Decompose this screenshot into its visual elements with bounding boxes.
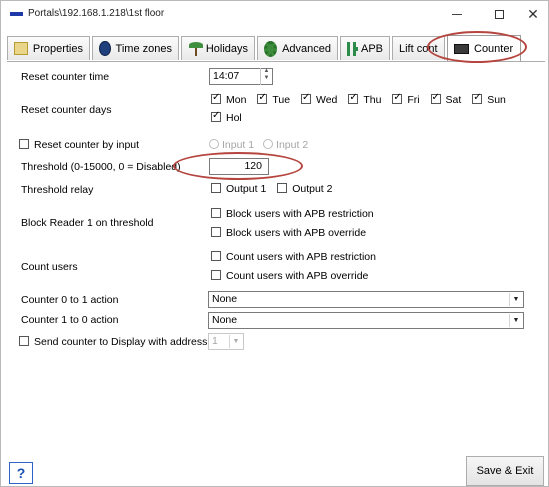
send-display-checkbox[interactable]: Send counter to Display with address: [19, 336, 207, 348]
close-icon: ✕: [527, 6, 539, 22]
display-address-select[interactable]: 1 ▼: [208, 333, 244, 350]
tab-time-zones[interactable]: Time zones: [92, 36, 179, 60]
input1-radio[interactable]: Input 1: [209, 139, 254, 151]
app-icon: [10, 12, 23, 16]
counter-0-1-label: Counter 0 to 1 action: [21, 294, 119, 306]
tab-label: APB: [360, 42, 383, 55]
count-users-label: Count users: [21, 261, 78, 273]
counter-1-0-select[interactable]: None ▼: [208, 312, 524, 329]
palm-tree-icon: [188, 41, 203, 56]
day-mon-checkbox[interactable]: Mon: [211, 92, 246, 106]
checkbox-icon: [277, 183, 288, 193]
checkbox-icon: [211, 208, 221, 218]
checkbox-icon: [211, 110, 221, 122]
title-bar: Portals\192.168.1.218\1st floor ✕: [1, 1, 548, 27]
clock-icon: [99, 41, 111, 56]
tab-label: Time zones: [115, 42, 172, 55]
properties-icon: [14, 42, 28, 55]
tab-properties[interactable]: Properties: [7, 36, 90, 60]
tab-advanced[interactable]: Advanced: [257, 36, 338, 60]
count-apb-restriction-checkbox[interactable]: Count users with APB restriction: [211, 251, 384, 263]
checkbox-icon: [211, 183, 221, 193]
tab-label: Properties: [32, 42, 83, 55]
input-radio-group: Input 1 Input 2: [209, 139, 308, 151]
gear-icon: [264, 40, 278, 57]
count-apb-override-checkbox[interactable]: Count users with APB override: [211, 270, 376, 282]
checkbox-icon: [257, 92, 268, 104]
checkbox-icon: [301, 92, 311, 104]
day-wed-checkbox[interactable]: Wed: [301, 92, 337, 106]
checkbox-icon: [211, 251, 221, 261]
input2-radio[interactable]: Input 2: [263, 139, 308, 151]
day-fri-checkbox[interactable]: Fri: [392, 92, 420, 106]
day-hol-checkbox[interactable]: Hol: [211, 110, 250, 124]
checkbox-icon: [211, 227, 221, 237]
save-exit-button[interactable]: Save & Exit: [466, 456, 544, 486]
day-sat-checkbox[interactable]: Sat: [430, 92, 461, 106]
checkbox-icon: [430, 92, 441, 104]
threshold-relay-label: Threshold relay: [21, 184, 94, 196]
checkbox-icon: [19, 336, 29, 346]
counter-1-0-label: Counter 1 to 0 action: [21, 314, 119, 326]
apb-icon: [347, 41, 358, 56]
threshold-label: Threshold (0-15000, 0 = Disabled): [21, 161, 181, 173]
tab-holidays[interactable]: Holidays: [181, 36, 255, 60]
block-reader-label: Block Reader 1 on threshold: [21, 217, 154, 229]
checkbox-icon: [392, 92, 403, 104]
time-value: 14:07: [213, 70, 240, 82]
tab-label: Advanced: [282, 42, 331, 55]
day-tue-checkbox[interactable]: Tue: [257, 92, 290, 106]
counter-tab-annotation: [427, 31, 527, 63]
chevron-down-icon: ▼: [229, 335, 242, 348]
window: Portals\192.168.1.218\1st floor ✕ Proper…: [0, 0, 549, 487]
spin-down-icon: ▼: [263, 75, 270, 81]
radio-icon: [209, 139, 219, 149]
block-apb-restriction-checkbox[interactable]: Block users with APB restriction: [211, 208, 382, 220]
reset-by-input-checkbox[interactable]: Reset counter by input: [19, 139, 139, 151]
maximize-icon: [494, 10, 504, 20]
checkbox-icon: [348, 92, 359, 104]
close-button[interactable]: ✕: [513, 3, 549, 25]
checkbox-icon: [472, 92, 483, 104]
day-thu-checkbox[interactable]: Thu: [348, 92, 381, 106]
tab-label: Holidays: [205, 42, 248, 55]
help-button[interactable]: ?: [9, 462, 33, 484]
day-sun-checkbox[interactable]: Sun: [472, 92, 506, 106]
window-title: Portals\192.168.1.218\1st floor: [28, 8, 165, 19]
tab-apb[interactable]: APB: [340, 36, 390, 60]
days-row: Mon Tue Wed Thu Fri Sat Sun: [211, 92, 514, 106]
threshold-relay-group: Output 1 Output 2: [211, 183, 340, 195]
chevron-down-icon: ▼: [509, 314, 522, 327]
output1-checkbox[interactable]: Output 1: [211, 183, 266, 195]
reset-counter-days-label: Reset counter days: [21, 104, 112, 116]
radio-icon: [263, 139, 274, 149]
reset-counter-time-field[interactable]: 14:07 ▲ ▼: [209, 68, 273, 85]
reset-counter-time-label: Reset counter time: [21, 71, 110, 83]
threshold-annotation: [173, 152, 303, 180]
block-apb-override-checkbox[interactable]: Block users with APB override: [211, 227, 374, 239]
time-spinner[interactable]: ▲ ▼: [260, 68, 272, 85]
counter-0-1-select[interactable]: None ▼: [208, 291, 524, 308]
checkbox-icon: [211, 270, 221, 280]
output2-checkbox[interactable]: Output 2: [277, 183, 332, 195]
checkbox-icon: [211, 92, 221, 104]
minimize-icon: [452, 14, 462, 16]
checkbox-icon: [19, 139, 29, 149]
spin-up-icon: ▲: [263, 68, 270, 74]
chevron-down-icon: ▼: [509, 293, 522, 306]
minimize-button[interactable]: [437, 3, 477, 25]
